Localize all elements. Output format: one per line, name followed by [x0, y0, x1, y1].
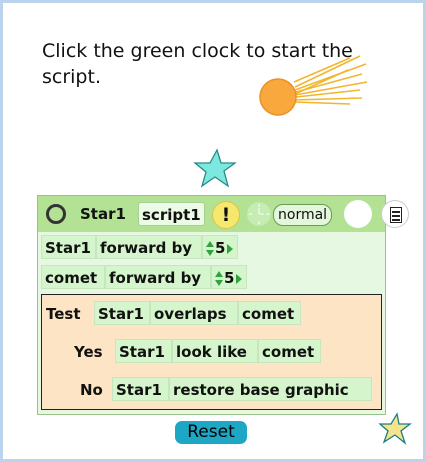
row2-number-value: 5	[224, 269, 235, 287]
test-label: Test	[46, 305, 81, 323]
play-triangle-icon[interactable]	[236, 273, 243, 284]
yes-action-tile[interactable]: look like	[172, 339, 258, 363]
script-editor: Star1 script1 ! normal Star1 forward by …	[37, 195, 409, 415]
star-icon[interactable]	[193, 148, 237, 190]
play-triangle-icon[interactable]	[227, 243, 234, 254]
sheet-icon[interactable]	[381, 200, 409, 228]
row1-actor-tile[interactable]: Star1	[41, 235, 96, 259]
no-actor-tile[interactable]: Star1	[112, 377, 169, 401]
yes-target-tile[interactable]: comet	[258, 339, 321, 363]
row1-number-value: 5	[215, 239, 226, 257]
yes-label: Yes	[74, 343, 103, 361]
row1-action-tile[interactable]: forward by	[96, 235, 202, 259]
stepper-arrows-icon[interactable]	[206, 240, 214, 258]
script-name-field[interactable]: script1	[138, 202, 205, 226]
test-actor-tile[interactable]: Star1	[94, 301, 150, 325]
yes-actor-tile[interactable]: Star1	[115, 339, 172, 363]
no-label: No	[80, 381, 103, 399]
test-block[interactable]: Test Star1 overlaps comet Yes Star1 look…	[41, 294, 382, 410]
alert-button[interactable]: !	[212, 201, 240, 229]
menu-circle-icon[interactable]	[46, 204, 66, 224]
sprite-name: Star1	[80, 205, 126, 223]
comet-icon[interactable]	[250, 52, 370, 122]
mode-selector[interactable]: normal	[273, 204, 333, 226]
color-dot	[344, 200, 372, 228]
clock-icon[interactable]	[246, 201, 272, 227]
stepper-arrows-icon[interactable]	[215, 270, 223, 288]
row1-number-tile[interactable]: 5	[202, 235, 238, 259]
no-action-tile[interactable]: restore base graphic	[169, 377, 372, 401]
row2-number-tile[interactable]: 5	[211, 265, 247, 289]
script-header: Star1 script1 ! normal	[38, 196, 409, 232]
row2-actor-tile[interactable]: comet	[41, 265, 105, 289]
test-predicate-tile[interactable]: overlaps	[150, 301, 238, 325]
reset-button[interactable]: Reset	[175, 421, 247, 444]
star-icon[interactable]	[378, 412, 412, 446]
test-target-tile[interactable]: comet	[238, 301, 301, 325]
row2-action-tile[interactable]: forward by	[105, 265, 211, 289]
